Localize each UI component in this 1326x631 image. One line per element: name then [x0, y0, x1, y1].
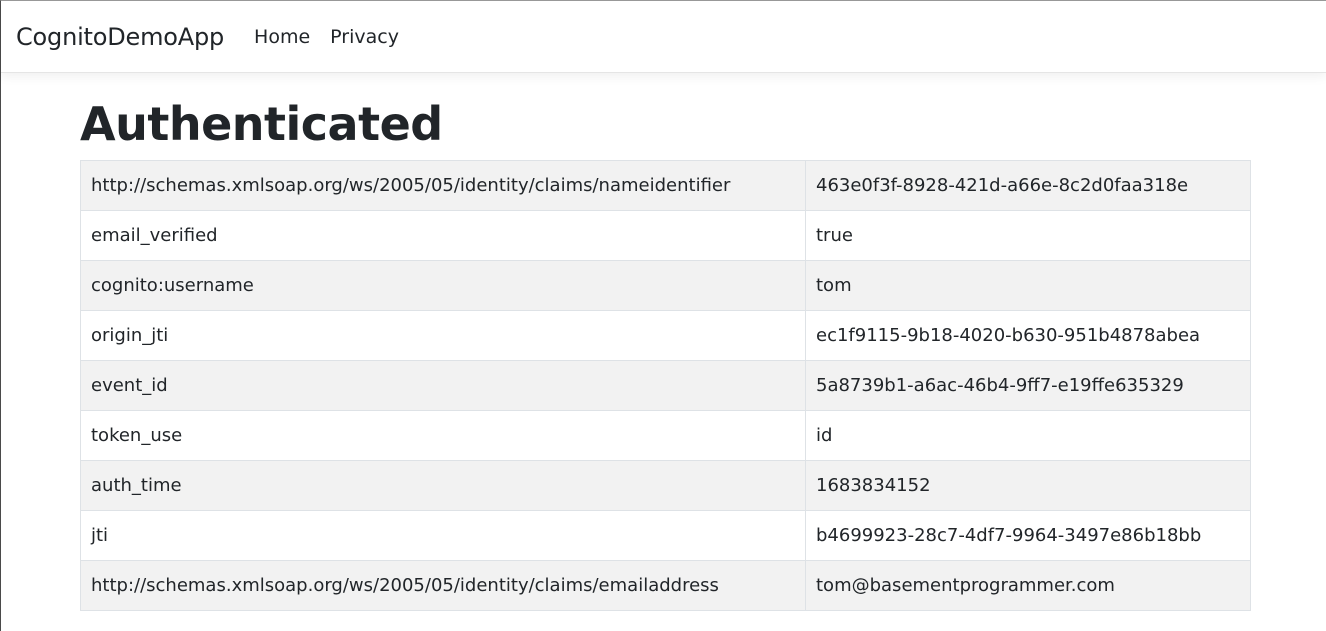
- nav-links: Home Privacy: [244, 26, 409, 48]
- claim-value: 5a8739b1-a6ac-46b4-9ff7-e19ffe635329: [805, 360, 1251, 411]
- table-row: cognito:username tom: [80, 260, 1251, 311]
- claim-value: 463e0f3f-8928-421d-a66e-8c2d0faa318e: [805, 160, 1251, 211]
- claim-value: 1683834152: [805, 460, 1251, 511]
- claim-type: cognito:username: [80, 260, 806, 311]
- claim-value: tom: [805, 260, 1251, 311]
- table-row: token_use id: [80, 410, 1251, 461]
- claim-type: http://schemas.xmlsoap.org/ws/2005/05/id…: [80, 560, 806, 611]
- main-content: Authenticated http://schemas.xmlsoap.org…: [80, 72, 1251, 611]
- table-row: http://schemas.xmlsoap.org/ws/2005/05/id…: [80, 160, 1251, 211]
- claim-value: id: [805, 410, 1251, 461]
- claim-value: tom@basementprogrammer.com: [805, 560, 1251, 611]
- table-row: email_verified true: [80, 210, 1251, 261]
- nav-link-privacy[interactable]: Privacy: [320, 26, 409, 48]
- page-title: Authenticated: [80, 97, 443, 151]
- top-navbar: CognitoDemoApp Home Privacy: [1, 1, 1326, 73]
- claim-type: http://schemas.xmlsoap.org/ws/2005/05/id…: [80, 160, 806, 211]
- claim-type: origin_jti: [80, 310, 806, 361]
- claims-table: http://schemas.xmlsoap.org/ws/2005/05/id…: [80, 160, 1251, 611]
- table-row: event_id 5a8739b1-a6ac-46b4-9ff7-e19ffe6…: [80, 360, 1251, 411]
- claim-value: ec1f9115-9b18-4020-b630-951b4878abea: [805, 310, 1251, 361]
- claim-type: email_verified: [80, 210, 806, 261]
- table-row: jti b4699923-28c7-4df7-9964-3497e86b18bb: [80, 510, 1251, 561]
- claim-type: jti: [80, 510, 806, 561]
- nav-link-home[interactable]: Home: [244, 26, 320, 48]
- claim-type: event_id: [80, 360, 806, 411]
- claim-type: auth_time: [80, 460, 806, 511]
- claim-value: true: [805, 210, 1251, 261]
- claim-value: b4699923-28c7-4df7-9964-3497e86b18bb: [805, 510, 1251, 561]
- brand-link[interactable]: CognitoDemoApp: [16, 23, 224, 51]
- table-row: origin_jti ec1f9115-9b18-4020-b630-951b4…: [80, 310, 1251, 361]
- claim-type: token_use: [80, 410, 806, 461]
- table-row: auth_time 1683834152: [80, 460, 1251, 511]
- table-row: http://schemas.xmlsoap.org/ws/2005/05/id…: [80, 560, 1251, 611]
